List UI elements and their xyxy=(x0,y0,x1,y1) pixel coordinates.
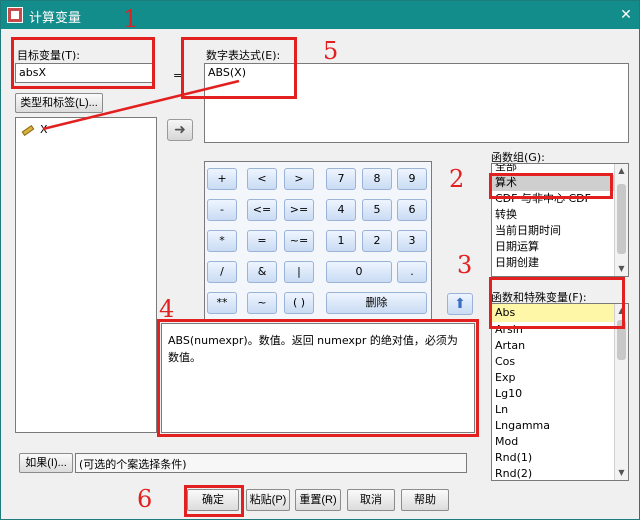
function-group-item[interactable]: 日期创建 xyxy=(492,255,614,271)
compute-variable-dialog: 计算变量 ✕ 目标变量(T): absX 类型和标签(L)... = 数字表达式… xyxy=(0,0,640,520)
key-parentheses[interactable]: ( ) xyxy=(284,292,314,314)
function-item[interactable]: Rnd(2) xyxy=(492,466,614,480)
scroll-thumb[interactable] xyxy=(617,184,626,254)
variable-list[interactable]: X xyxy=(15,117,157,433)
function-item[interactable]: Ln xyxy=(492,402,614,418)
key-2[interactable]: 2 xyxy=(362,230,392,252)
move-variable-arrow-icon[interactable]: ➜ xyxy=(167,119,193,141)
annotation-number-3: 3 xyxy=(457,251,473,279)
key-4[interactable]: 4 xyxy=(326,199,356,221)
scroll-up-icon[interactable]: ▲ xyxy=(615,164,628,178)
annotation-number-1: 1 xyxy=(123,5,139,33)
help-button[interactable]: 帮助 xyxy=(401,489,449,511)
annotation-number-5: 5 xyxy=(323,37,339,65)
key-equal[interactable]: = xyxy=(247,230,277,252)
annotation-box-4 xyxy=(157,319,479,437)
annotation-number-2: 2 xyxy=(449,165,465,193)
scroll-down-icon[interactable]: ▼ xyxy=(615,466,628,480)
variable-name: X xyxy=(40,123,48,136)
condition-text: (可选的个案选择条件) xyxy=(75,453,467,473)
key-decimal[interactable]: . xyxy=(397,261,427,283)
reset-button[interactable]: 重置(R) xyxy=(295,489,341,511)
function-item[interactable]: Exp xyxy=(492,370,614,386)
key-0[interactable]: 0 xyxy=(326,261,392,283)
app-icon xyxy=(7,7,23,23)
annotation-box-3 xyxy=(489,277,625,329)
scroll-down-icon[interactable]: ▼ xyxy=(615,262,628,276)
key-6[interactable]: 6 xyxy=(397,199,427,221)
variable-item[interactable]: X xyxy=(21,122,48,138)
functions-scrollbar[interactable]: ▲ ▼ xyxy=(614,304,628,480)
if-condition-button[interactable]: 如果(I)... xyxy=(19,453,73,473)
function-item[interactable]: Cos xyxy=(492,354,614,370)
key-less[interactable]: < xyxy=(247,168,277,190)
function-group-scrollbar[interactable]: ▲ ▼ xyxy=(614,164,628,276)
key-not[interactable]: ~ xyxy=(247,292,277,314)
annotation-box-2 xyxy=(489,173,613,199)
cancel-button[interactable]: 取消 xyxy=(347,489,395,511)
window-title: 计算变量 xyxy=(29,11,82,26)
annotation-box-5 xyxy=(181,37,297,99)
annotation-box-1 xyxy=(11,37,155,89)
annotation-number-6: 6 xyxy=(137,485,153,513)
function-group-item[interactable]: 转换 xyxy=(492,207,614,223)
function-group-item[interactable]: 当前日期时间 xyxy=(492,223,614,239)
annotation-box-6 xyxy=(184,485,244,517)
key-8[interactable]: 8 xyxy=(362,168,392,190)
function-item[interactable]: Artan xyxy=(492,338,614,354)
title-bar: 计算变量 ✕ xyxy=(1,1,639,29)
key-greater[interactable]: > xyxy=(284,168,314,190)
function-item[interactable]: Lg10 xyxy=(492,386,614,402)
key-1[interactable]: 1 xyxy=(326,230,356,252)
key-5[interactable]: 5 xyxy=(362,199,392,221)
insert-function-arrow-icon[interactable]: ⬆ xyxy=(447,293,473,315)
key-divide[interactable]: / xyxy=(207,261,237,283)
key-3[interactable]: 3 xyxy=(397,230,427,252)
function-item[interactable]: Lngamma xyxy=(492,418,614,434)
key-not-equal[interactable]: ~= xyxy=(284,230,314,252)
close-icon[interactable]: ✕ xyxy=(617,6,635,24)
function-group-item[interactable]: 日期运算 xyxy=(492,239,614,255)
delete-button[interactable]: 删除 xyxy=(326,292,427,314)
key-or[interactable]: | xyxy=(284,261,314,283)
key-minus[interactable]: - xyxy=(207,199,237,221)
key-7[interactable]: 7 xyxy=(326,168,356,190)
key-and[interactable]: & xyxy=(247,261,277,283)
key-less-equal[interactable]: <= xyxy=(247,199,277,221)
paste-button[interactable]: 粘贴(P) xyxy=(246,489,290,511)
function-item[interactable]: Mod xyxy=(492,434,614,450)
key-9[interactable]: 9 xyxy=(397,168,427,190)
function-item[interactable]: Rnd(1) xyxy=(492,450,614,466)
key-power[interactable]: ** xyxy=(207,292,237,314)
key-plus[interactable]: + xyxy=(207,168,237,190)
key-multiply[interactable]: * xyxy=(207,230,237,252)
ruler-icon xyxy=(21,124,35,136)
type-label-button[interactable]: 类型和标签(L)... xyxy=(15,93,103,113)
key-greater-equal[interactable]: >= xyxy=(284,199,314,221)
annotation-number-4: 4 xyxy=(159,295,175,323)
functions-list[interactable]: Abs Arsin Artan Cos Exp Lg10 Ln Lngamma … xyxy=(491,303,629,481)
